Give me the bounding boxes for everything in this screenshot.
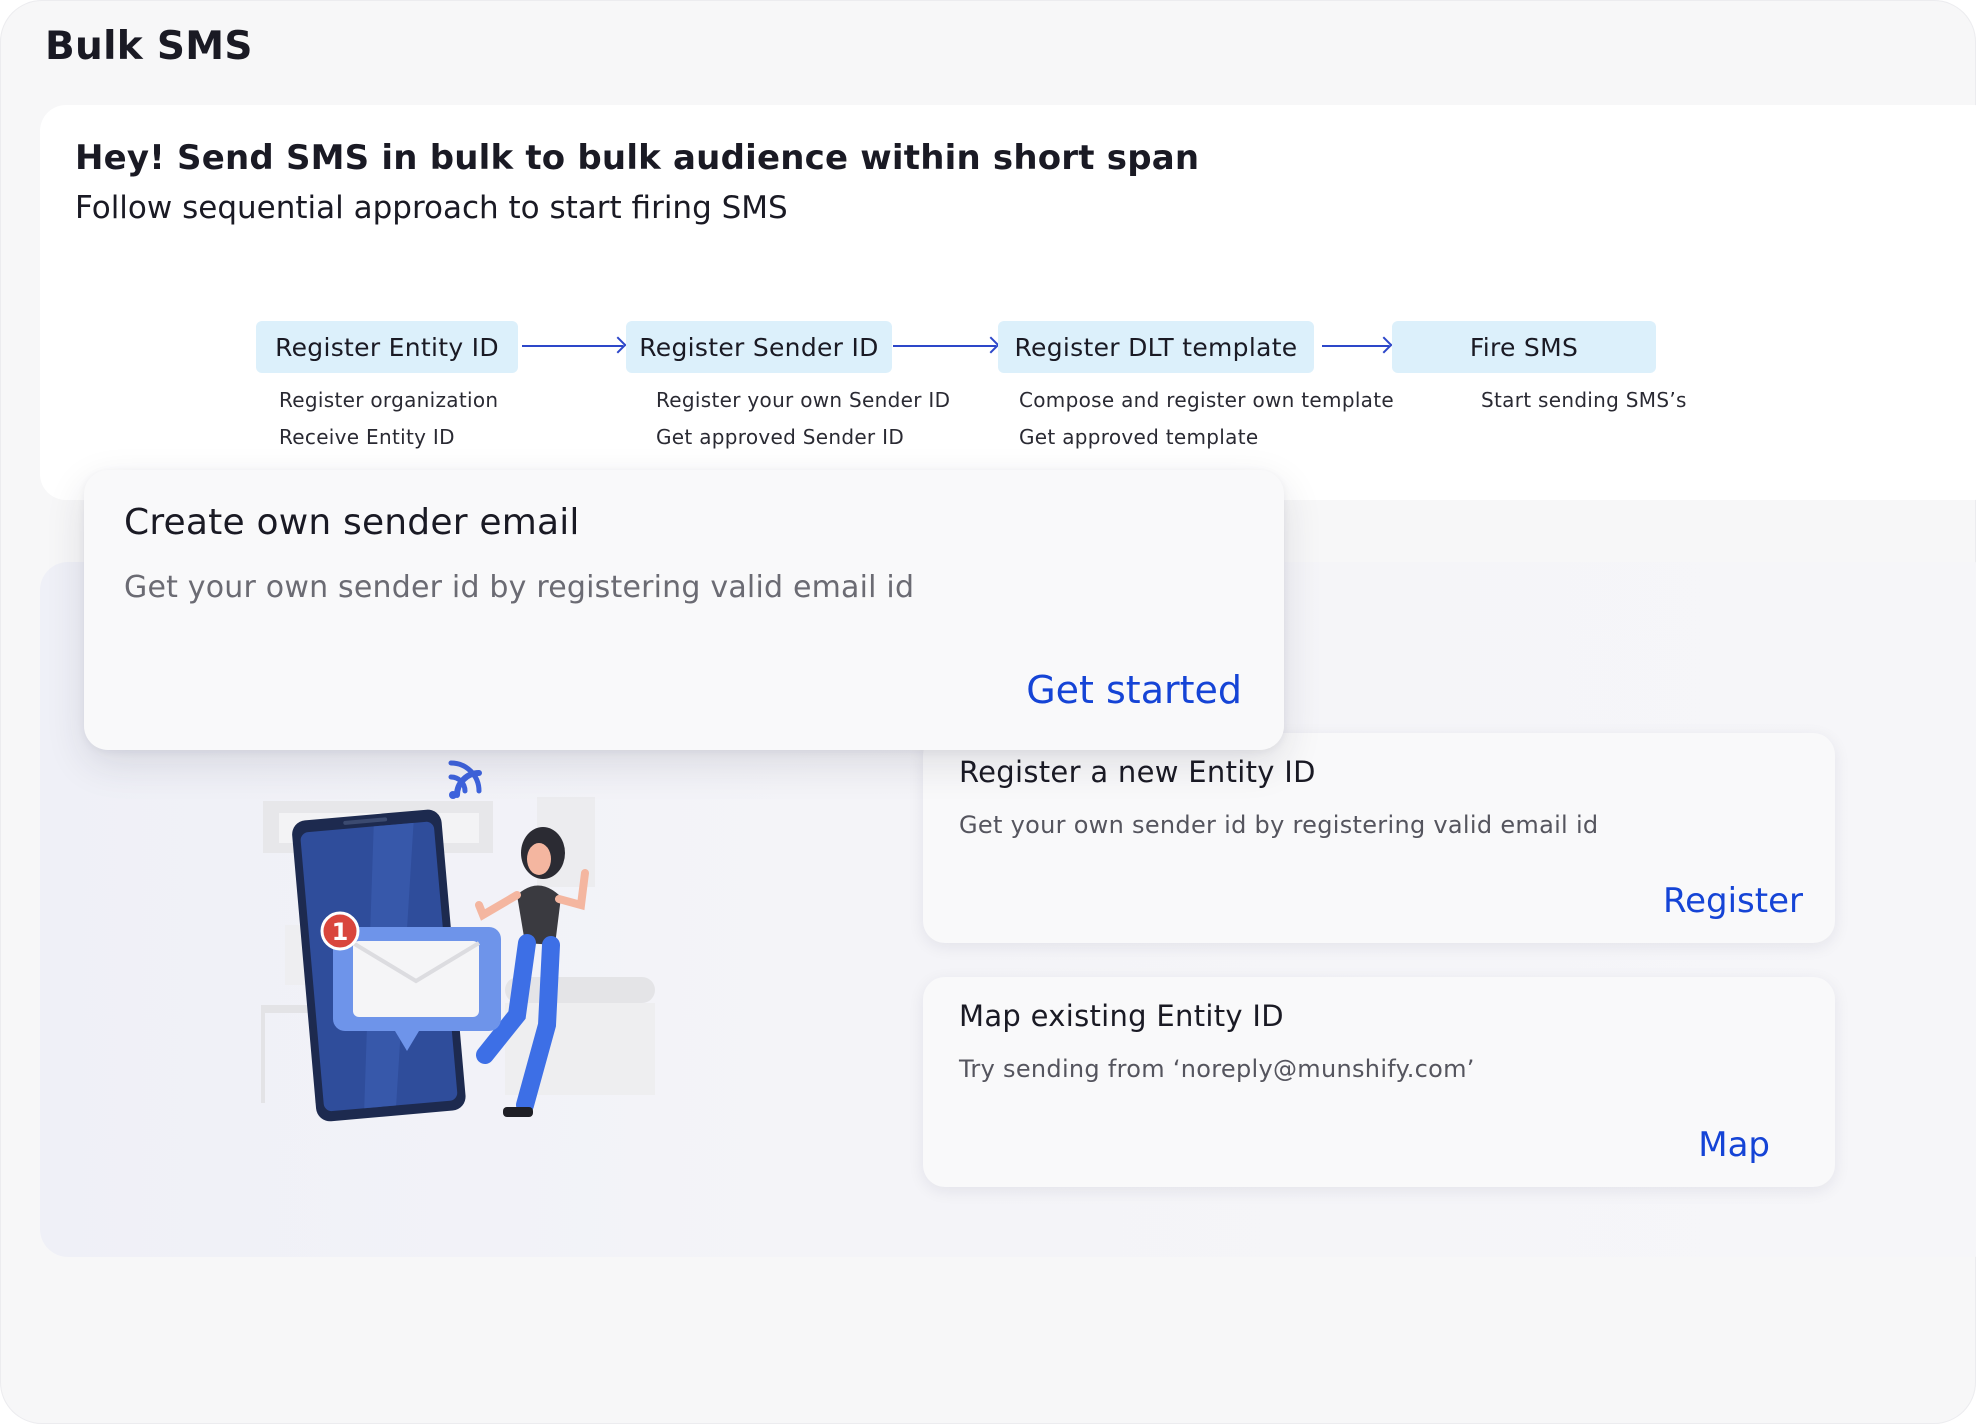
step-register-sender-id: Register Sender ID	[626, 321, 892, 373]
map-entity-title: Map existing Entity ID	[959, 999, 1284, 1033]
get-started-button[interactable]: Get started	[1026, 668, 1242, 712]
step-description: Register organization	[279, 388, 499, 412]
create-sender-email-card: Create own sender email Get your own sen…	[84, 470, 1284, 750]
map-entity-card: Map existing Entity ID Try sending from …	[923, 977, 1835, 1187]
step-description: Get approved template	[1019, 425, 1259, 449]
create-sender-email-description: Get your own sender id by registering va…	[124, 570, 915, 605]
arrow-icon	[522, 345, 623, 347]
step-register-dlt-template: Register DLT template	[998, 321, 1314, 373]
intro-heading: Hey! Send SMS in bulk to bulk audience w…	[75, 138, 1200, 178]
bulk-sms-page: Bulk SMS Hey! Send SMS in bulk to bulk a…	[0, 0, 1976, 1424]
page-title: Bulk SMS	[45, 24, 253, 69]
step-description: Get approved Sender ID	[656, 425, 905, 449]
step-fire-sms: Fire SMS	[1392, 321, 1656, 373]
step-description: Register your own Sender ID	[656, 388, 951, 412]
notification-count: 1	[332, 918, 349, 946]
arrow-icon	[1322, 345, 1389, 347]
arrow-icon	[893, 345, 996, 347]
register-button[interactable]: Register	[1663, 881, 1803, 921]
register-entity-title: Register a new Entity ID	[959, 755, 1316, 789]
map-entity-description: Try sending from ‘noreply@munshify.com’	[959, 1055, 1475, 1083]
step-register-entity-id: Register Entity ID	[256, 321, 518, 373]
intro-subheading: Follow sequential approach to start firi…	[75, 190, 788, 226]
phone-message-illustration: 1	[261, 760, 655, 1122]
wifi-icon	[449, 791, 457, 799]
register-entity-card: Register a new Entity ID Get your own se…	[923, 733, 1835, 943]
step-description: Start sending SMS’s	[1481, 388, 1687, 412]
create-sender-email-title: Create own sender email	[124, 502, 580, 543]
background-shape	[261, 1011, 265, 1103]
step-description: Receive Entity ID	[279, 425, 455, 449]
register-entity-description: Get your own sender id by registering va…	[959, 811, 1599, 839]
step-description: Compose and register own template	[1019, 388, 1394, 412]
map-button[interactable]: Map	[1698, 1125, 1770, 1165]
